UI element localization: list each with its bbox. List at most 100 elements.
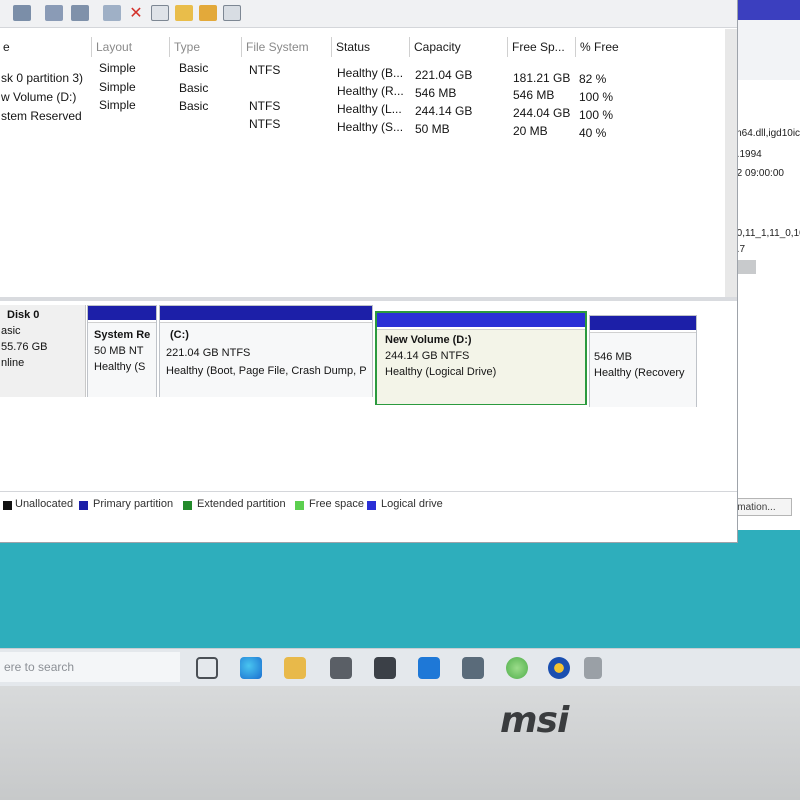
partition-c-drive[interactable]: (C:) 221.04 GB NTFS Healthy (Boot, Page … — [159, 305, 373, 397]
cell-layout: Simple — [99, 98, 136, 112]
partition-recovery[interactable]: 546 MB Healthy (Recovery — [589, 315, 697, 407]
partition-system-reserved[interactable]: System Re 50 MB NT Healthy (S — [87, 305, 157, 397]
cell-capacity: 546 MB — [415, 86, 457, 100]
laptop-bezel — [0, 686, 800, 800]
partition-status: Healthy (S — [94, 361, 146, 373]
toolbar: ✕ — [0, 0, 737, 28]
cell-free-space: 20 MB — [513, 124, 548, 138]
legend-swatch-logical — [367, 501, 376, 510]
connect-icon[interactable] — [103, 5, 121, 21]
network-icon[interactable] — [584, 657, 602, 679]
partition-size: 221.04 GB NTFS — [166, 347, 251, 359]
disk-management-window: ✕ e Layout Type File System Status Capac… — [0, 0, 738, 543]
partition-name: New Volume (D:) — [385, 334, 472, 346]
cell-file-system: NTFS — [249, 63, 281, 77]
legend-label: Unallocated — [15, 498, 74, 510]
cell-type: Basic — [179, 61, 209, 75]
cell-capacity: 50 MB — [415, 122, 450, 136]
cell-volume[interactable]: w Volume (D:) — [1, 90, 76, 104]
cell-capacity: 221.04 GB — [415, 68, 473, 82]
partition-size: 546 MB — [594, 351, 632, 363]
partition-header-bar — [377, 313, 585, 327]
partition-header-bar — [88, 306, 156, 320]
legend-swatch-unallocated — [3, 501, 12, 510]
column-header-type[interactable]: Type — [169, 37, 241, 57]
partition-header-bar — [590, 316, 696, 330]
disk-info-panel[interactable]: Disk 0 asic 55.76 GB nline — [0, 305, 86, 397]
brand-logo: msi — [500, 700, 569, 741]
column-header-percent-free[interactable]: % Free — [575, 37, 665, 57]
legend-swatch-extended — [183, 501, 192, 510]
disk-name: Disk 0 — [7, 309, 40, 321]
cell-percent-free: 40 % — [579, 126, 607, 140]
partition-body: 546 MB Healthy (Recovery — [590, 332, 696, 407]
app-green-icon[interactable] — [506, 657, 528, 679]
folder-icon[interactable] — [175, 5, 193, 21]
cell-status: Healthy (R... — [337, 84, 404, 98]
column-header-file-system[interactable]: File System — [241, 37, 331, 57]
cell-file-system: NTFS — [249, 99, 281, 113]
column-header-capacity[interactable]: Capacity — [409, 37, 507, 57]
check-icon[interactable] — [151, 5, 169, 21]
cell-file-system: NTFS — [249, 117, 281, 131]
store-icon[interactable] — [418, 657, 440, 679]
properties-icon[interactable] — [71, 5, 89, 21]
device-manager-icon[interactable] — [462, 657, 484, 679]
disk-graphical-view: Disk 0 asic 55.76 GB nline System Re 50 … — [0, 301, 737, 491]
partition-status: Healthy (Logical Drive) — [385, 366, 497, 378]
column-header-layout[interactable]: Layout — [91, 37, 169, 57]
legend-bar: Unallocated Primary partition Extended p… — [0, 491, 737, 522]
partition-status: Healthy (Recovery — [594, 367, 685, 379]
partition-size: 50 MB NT — [94, 345, 144, 357]
mail-icon[interactable] — [330, 657, 352, 679]
legend-label: Primary partition — [93, 498, 174, 510]
partition-d-drive-selected[interactable]: New Volume (D:) 244.14 GB NTFS Healthy (… — [375, 311, 587, 405]
cell-percent-free: 82 % — [579, 72, 607, 86]
camera-icon[interactable] — [374, 657, 396, 679]
partition-name: System Re — [94, 329, 151, 341]
taskbar-search-box[interactable]: ere to search — [0, 652, 180, 682]
monitor-screen: ndim64.dll,igd10ic 101.1994 2022 09:00:0… — [0, 0, 800, 686]
cell-status: Healthy (L... — [337, 102, 402, 116]
cell-volume[interactable]: stem Reserved — [1, 109, 82, 123]
cell-layout: Simple — [99, 80, 136, 94]
disk-type: asic — [1, 325, 21, 337]
folder-open-icon[interactable] — [199, 5, 217, 21]
partition-body: System Re 50 MB NT Healthy (S — [88, 322, 156, 397]
app-blue-icon[interactable] — [548, 657, 570, 679]
partition-size: 244.14 GB NTFS — [385, 350, 470, 362]
task-view-icon[interactable] — [196, 657, 218, 679]
cell-free-space: 244.04 GB — [513, 106, 571, 120]
column-header-status[interactable]: Status — [331, 37, 409, 57]
disk-size: 55.76 GB — [1, 341, 48, 353]
partition-status: Healthy (Boot, Page File, Crash Dump, P — [166, 365, 367, 377]
cell-volume[interactable]: sk 0 partition 3) — [1, 71, 83, 85]
partition-body: (C:) 221.04 GB NTFS Healthy (Boot, Page … — [160, 322, 372, 397]
list-scrollbar[interactable] — [725, 29, 737, 297]
cell-status: Healthy (S... — [337, 120, 404, 134]
cell-percent-free: 100 % — [579, 108, 614, 122]
view-icon[interactable] — [223, 5, 241, 21]
back-icon[interactable] — [13, 5, 31, 21]
delete-icon[interactable]: ✕ — [127, 5, 145, 21]
cell-layout: Simple — [99, 61, 136, 75]
legend-label: Extended partition — [197, 498, 286, 510]
partition-name: (C:) — [170, 329, 189, 341]
taskbar: ere to search — [0, 648, 800, 686]
legend-label: Free space — [309, 498, 365, 510]
cell-type: Basic — [179, 81, 209, 95]
file-explorer-icon[interactable] — [284, 657, 306, 679]
column-header-volume[interactable]: e — [0, 37, 91, 57]
cell-type: Basic — [179, 99, 209, 113]
edge-icon[interactable] — [240, 657, 262, 679]
column-header-free-space[interactable]: Free Sp... — [507, 37, 575, 57]
help-icon[interactable] — [45, 5, 63, 21]
partition-header-bar — [160, 306, 372, 320]
volume-list: e Layout Type File System Status Capacit… — [0, 29, 725, 297]
legend-label: Logical drive — [381, 498, 443, 510]
cell-percent-free: 100 % — [579, 90, 614, 104]
cell-capacity: 244.14 GB — [415, 104, 473, 118]
disk-state: nline — [1, 357, 25, 369]
legend-swatch-primary — [79, 501, 88, 510]
legend-swatch-free-space — [295, 501, 304, 510]
